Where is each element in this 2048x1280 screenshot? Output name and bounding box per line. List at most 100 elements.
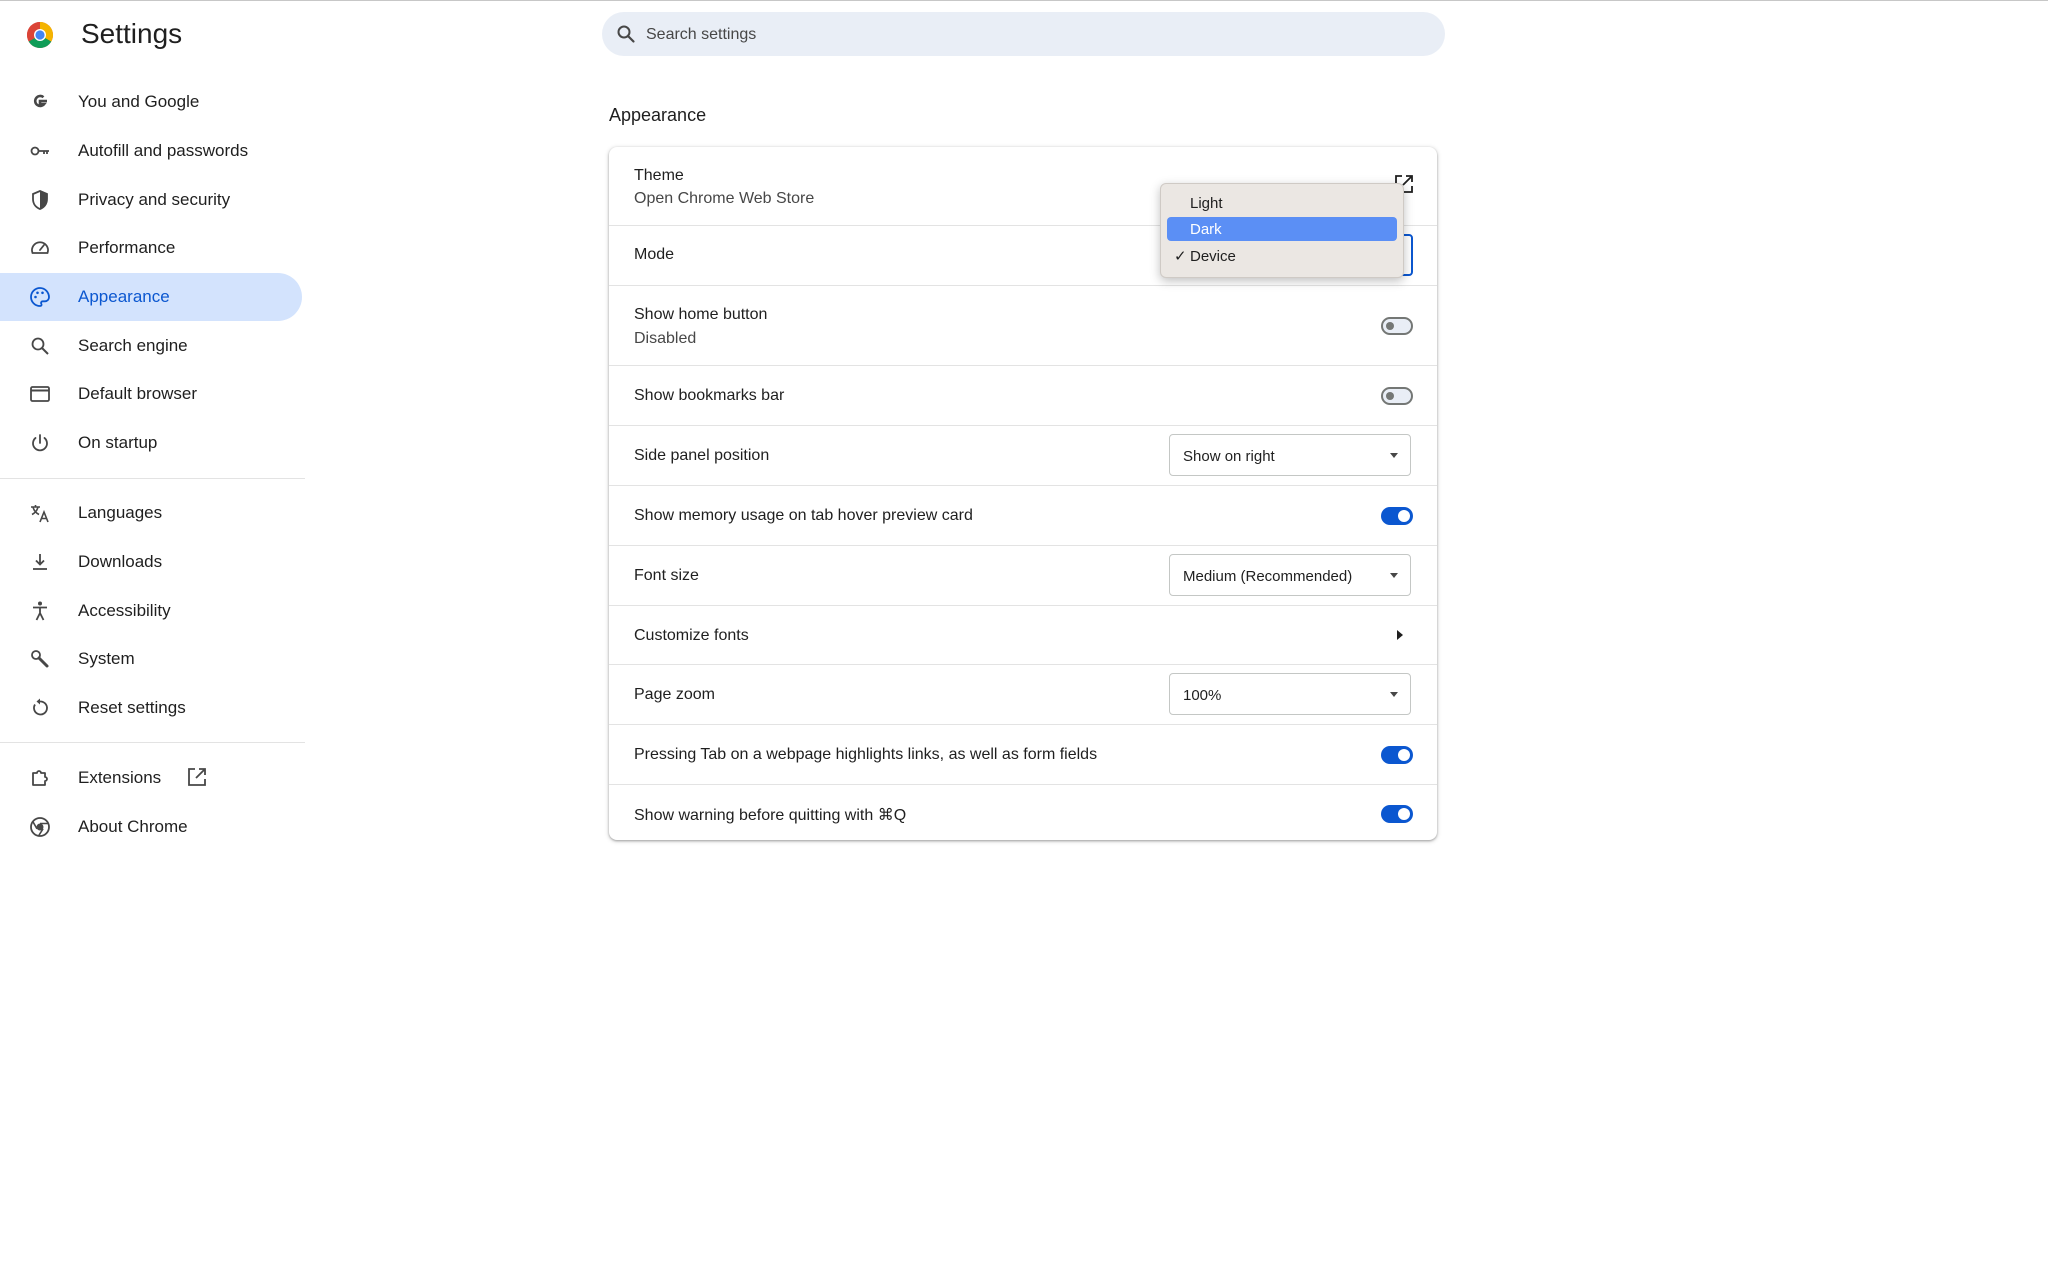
translate-icon [31,505,49,523]
sidebar-item-label: Downloads [78,552,163,571]
warn-quit-label: Show warning before quitting with ⌘Q [634,807,907,824]
home-button-toggle[interactable] [1381,317,1413,335]
section-title: Appearance [609,105,707,125]
sidebar-item-label: On startup [78,433,158,452]
sidebar-item-label: You and Google [78,92,200,111]
sidebar-item-you-and-google[interactable]: You and Google [0,78,302,126]
sidebar-item-appearance[interactable]: Appearance [0,273,302,321]
tab-highlights-row: Pressing Tab on a webpage highlights lin… [609,724,1437,785]
option-label: Device [1190,248,1236,265]
warn-quit-row: Show warning before quitting with ⌘Q [609,784,1437,841]
power-icon [32,434,48,452]
mode-option-dark[interactable]: Dark [1167,217,1397,241]
theme-sublabel: Open Chrome Web Store [634,190,815,207]
chrome-outline-icon [30,817,50,837]
font-size-select[interactable]: Medium (Recommended) [1169,554,1411,596]
bookmarks-bar-row: Show bookmarks bar [609,365,1437,426]
sidebar-item-default-browser[interactable]: Default browser [0,370,302,418]
side-panel-row: Side panel position Show on right [609,425,1437,486]
sidebar-item-label: System [78,649,135,668]
page-zoom-row: Page zoom 100% [609,664,1437,725]
bookmarks-bar-toggle[interactable] [1381,387,1413,405]
side-panel-select[interactable]: Show on right [1169,434,1411,476]
sidebar-item-label: Default browser [78,384,198,403]
sidebar-item-label: About Chrome [78,817,188,836]
sidebar-item-label: Languages [78,503,163,522]
sidebar-item-autofill[interactable]: Autofill and passwords [0,127,302,175]
checkmark-icon: ✓ [1174,248,1187,265]
home-button-row: Show home button Disabled [609,285,1437,366]
mode-label: Mode [634,246,675,263]
chevron-right-icon [1397,630,1403,640]
select-value: Show on right [1183,448,1275,465]
option-label: Dark [1190,221,1222,238]
sidebar-item-label: Extensions [78,768,162,787]
sidebar-item-label: Privacy and security [78,190,231,209]
sidebar-item-downloads[interactable]: Downloads [0,538,302,586]
search-input[interactable] [644,12,1428,58]
speedometer-icon [31,241,49,254]
sidebar-item-about-chrome[interactable]: About Chrome [0,803,302,851]
page-title: Settings [81,18,183,49]
bookmarks-bar-label: Show bookmarks bar [634,387,785,404]
memory-usage-row: Show memory usage on tab hover preview c… [609,485,1437,546]
caret-down-icon [1390,692,1398,697]
warn-quit-toggle[interactable] [1381,805,1413,823]
home-button-label: Show home button [634,306,768,323]
caret-down-icon [1390,573,1398,578]
sidebar-item-search-engine[interactable]: Search engine [0,322,302,370]
key-icon [30,146,49,156]
sidebar-item-on-startup[interactable]: On startup [0,419,302,467]
sidebar-item-label: Reset settings [78,698,186,717]
sidebar-item-reset-settings[interactable]: Reset settings [0,684,302,732]
shield-icon [32,190,48,210]
accessibility-icon [33,601,47,621]
download-icon [33,554,47,570]
wrench-icon [31,650,49,668]
sidebar-item-performance[interactable]: Performance [0,224,302,272]
sidebar-item-languages[interactable]: Languages [0,489,302,537]
select-value: 100% [1183,687,1222,704]
option-label: Light [1190,195,1223,212]
google-g-icon [33,94,47,108]
mode-option-device[interactable]: ✓ Device [1167,244,1397,268]
mode-dropdown-menu: Light Dark ✓ Device [1160,183,1404,278]
customize-fonts-row[interactable]: Customize fonts [609,605,1437,665]
puzzle-icon [32,770,48,786]
font-size-row: Font size Medium (Recommended) [609,545,1437,606]
open-in-new-icon [188,768,206,786]
theme-label: Theme [634,167,684,184]
sidebar-item-privacy[interactable]: Privacy and security [0,176,302,224]
sidebar-divider [0,742,305,743]
sidebar-item-system[interactable]: System [0,635,302,683]
tab-highlights-toggle[interactable] [1381,746,1413,764]
page-zoom-label: Page zoom [634,686,715,703]
tab-highlights-label: Pressing Tab on a webpage highlights lin… [634,746,1098,763]
search-icon [617,25,635,43]
customize-fonts-label: Customize fonts [634,627,749,644]
sidebar-item-label: Accessibility [78,601,171,620]
memory-usage-toggle[interactable] [1381,507,1413,525]
window-top-border [0,0,2048,1]
search-bar[interactable] [602,12,1445,58]
page-zoom-select[interactable]: 100% [1169,673,1411,715]
sidebar-divider [0,478,305,479]
select-value: Medium (Recommended) [1183,568,1353,585]
sidebar-item-label: Performance [78,238,176,257]
sidebar-item-accessibility[interactable]: Accessibility [0,587,302,635]
palette-icon [30,287,50,307]
caret-down-icon [1390,453,1398,458]
sidebar-item-label: Search engine [78,336,188,355]
chrome-logo-icon [26,22,54,49]
reset-icon [33,698,48,716]
browser-window-icon [30,386,50,402]
sidebar-item-extensions[interactable]: Extensions [0,754,302,802]
search-icon [31,337,49,355]
memory-usage-label: Show memory usage on tab hover preview c… [634,507,973,524]
sidebar-item-label: Autofill and passwords [78,141,249,160]
mode-option-light[interactable]: Light [1167,191,1397,215]
side-panel-label: Side panel position [634,447,770,464]
home-button-sublabel: Disabled [634,330,697,347]
sidebar-item-label: Appearance [78,287,170,306]
font-size-label: Font size [634,567,699,584]
